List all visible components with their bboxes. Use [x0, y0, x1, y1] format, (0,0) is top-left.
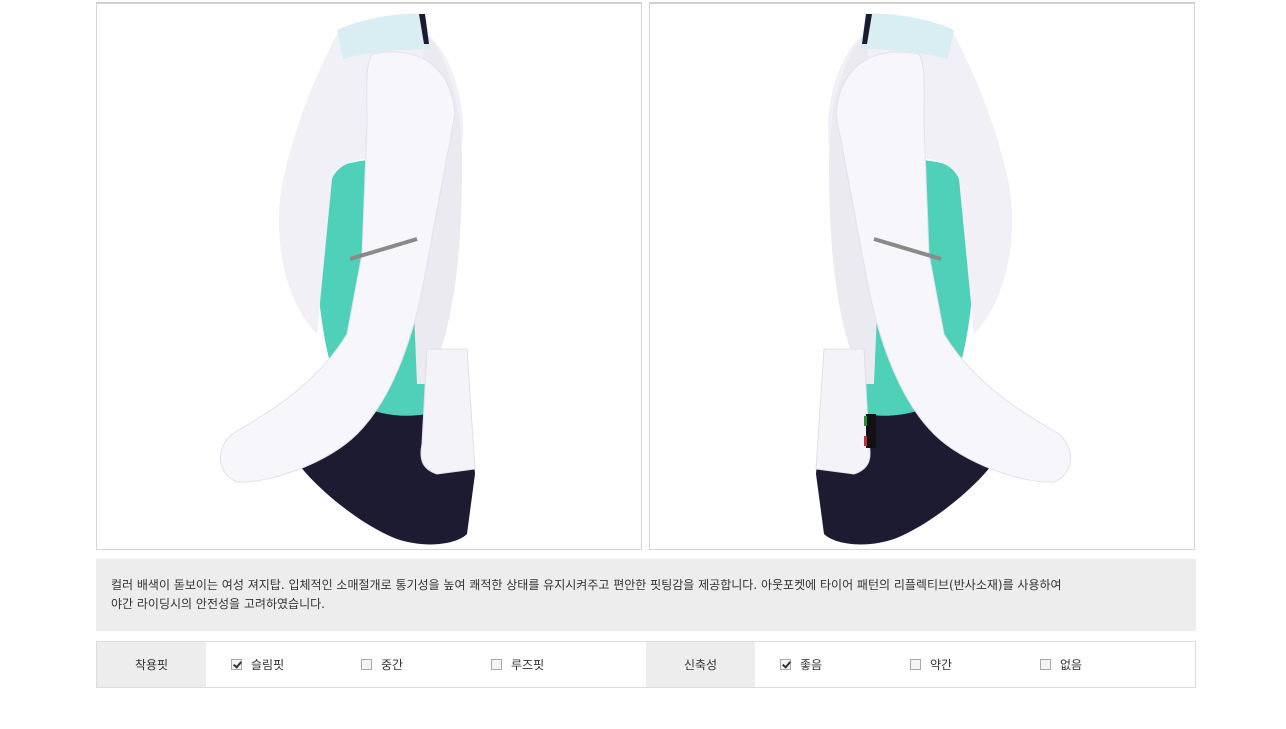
fit-spec-group: 착용핏 슬림핏 중간 루즈핏 [97, 642, 646, 687]
fit-label: 착용핏 [97, 642, 206, 687]
stretch-option-none[interactable]: 없음 [1040, 656, 1082, 673]
description-line-1: 컬러 배색이 돋보이는 여성 져지탑. 입체적인 소매절개로 통기성을 높여 쾌… [111, 578, 1062, 592]
checkbox-checked-icon[interactable] [231, 659, 242, 670]
checkbox-unchecked-icon[interactable] [910, 659, 921, 670]
fit-option-label: 루즈핏 [511, 658, 545, 672]
stretch-option-label: 약간 [930, 658, 953, 672]
checkbox-unchecked-icon[interactable] [361, 659, 372, 670]
stretch-option-label: 없음 [1060, 658, 1083, 672]
brand-tag-icon [866, 414, 876, 448]
fit-option-loose[interactable]: 루즈핏 [491, 656, 544, 673]
stretch-options: 좋음 약간 없음 [755, 642, 1195, 687]
product-image-side-right [649, 2, 1195, 550]
spec-table: 착용핏 슬림핏 중간 루즈핏 신축성 좋음 약간 없음 [96, 641, 1196, 688]
stretch-option-label: 좋음 [800, 658, 823, 672]
product-image-side-left [96, 2, 642, 550]
checkbox-unchecked-icon[interactable] [1040, 659, 1051, 670]
jersey-right-side-illustration [815, 13, 1071, 545]
stretch-option-good[interactable]: 좋음 [780, 656, 822, 673]
description-line-2: 야간 라이딩시의 안전성을 고려하였습니다. [111, 597, 325, 611]
fit-options: 슬림핏 중간 루즈핏 [206, 642, 646, 687]
stretch-spec-group: 신축성 좋음 약간 없음 [646, 642, 1195, 687]
fit-option-label: 중간 [381, 658, 404, 672]
fit-option-medium[interactable]: 중간 [361, 656, 403, 673]
fit-option-slim[interactable]: 슬림핏 [231, 656, 284, 673]
product-image-row [96, 0, 1196, 550]
product-description: 컬러 배색이 돋보이는 여성 져지탑. 입체적인 소매절개로 통기성을 높여 쾌… [96, 559, 1196, 631]
fit-option-label: 슬림핏 [251, 658, 285, 672]
jersey-left-side-illustration [220, 13, 476, 545]
checkbox-checked-icon[interactable] [780, 659, 791, 670]
stretch-option-slight[interactable]: 약간 [910, 656, 952, 673]
stretch-label: 신축성 [646, 642, 755, 687]
checkbox-unchecked-icon[interactable] [491, 659, 502, 670]
